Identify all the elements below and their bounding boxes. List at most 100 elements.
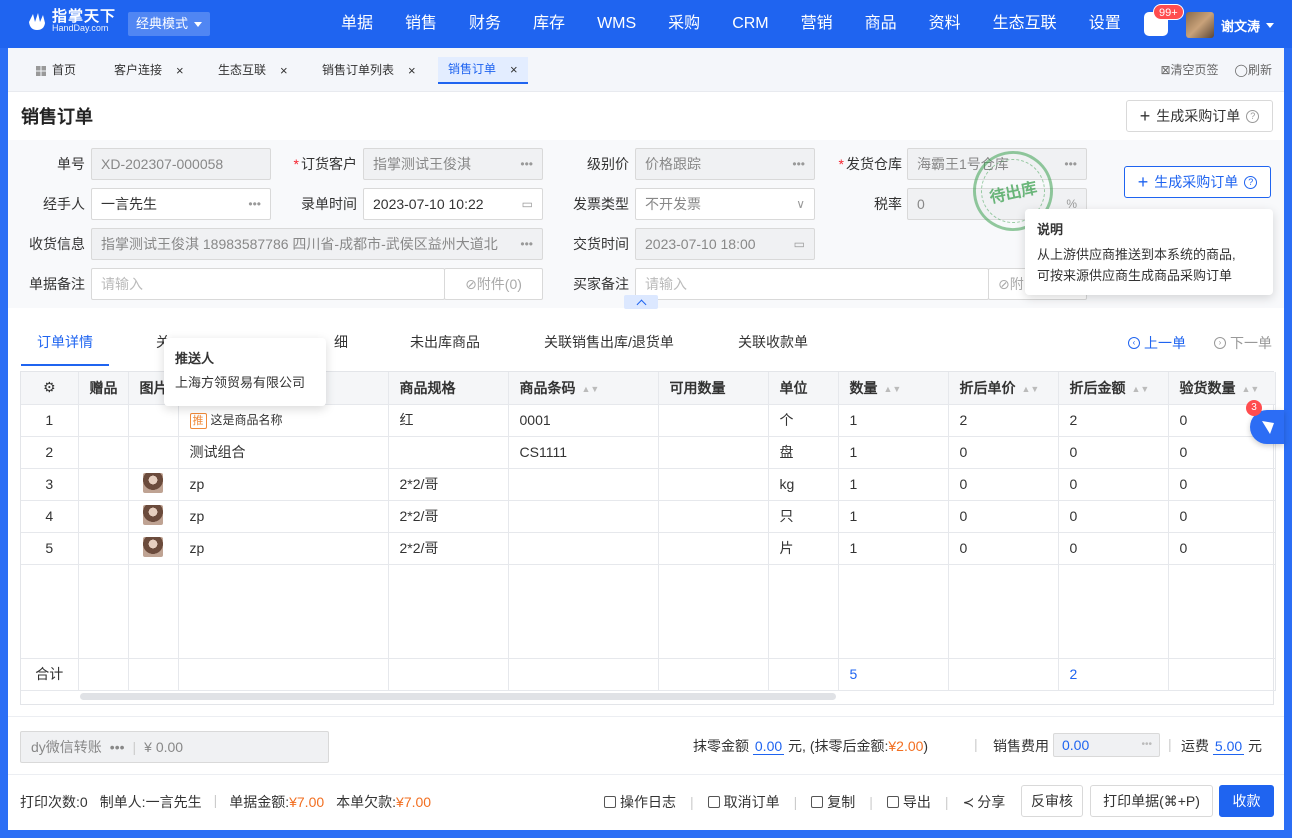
close-icon[interactable]: × bbox=[408, 57, 416, 84]
tab-related-receipt[interactable]: 关联收款单 bbox=[738, 326, 808, 366]
tab-home[interactable]: 首页 bbox=[26, 57, 86, 84]
tab-unshipped[interactable]: 未出库商品 bbox=[410, 326, 480, 366]
sort-icon[interactable]: ▲▼ bbox=[1242, 384, 1260, 394]
cancel-order-button[interactable]: 取消订单 bbox=[707, 792, 780, 812]
tab-ecosystem[interactable]: 生态互联 × bbox=[208, 57, 298, 84]
remark-input[interactable]: 请输入 bbox=[91, 268, 445, 300]
settings-icon[interactable]: ⚙ bbox=[21, 372, 79, 405]
handler-field[interactable]: 一言先生 ••• bbox=[91, 188, 271, 220]
operation-log-button[interactable]: 操作日志 bbox=[604, 792, 676, 812]
product-thumbnail[interactable] bbox=[143, 472, 163, 493]
nav-item[interactable]: CRM bbox=[716, 0, 784, 48]
sort-icon[interactable]: ▲▼ bbox=[1132, 384, 1150, 394]
attachment-button[interactable]: ⊘附件(0) bbox=[444, 268, 543, 300]
address-field[interactable]: 指掌测试王俊淇 18983587786 四川省-成都市-武侯区益州大道北 ••• bbox=[91, 228, 543, 260]
nav-item[interactable]: WMS bbox=[581, 0, 652, 48]
tab-customer-connect[interactable]: 客户连接 × bbox=[104, 57, 194, 84]
more-icon[interactable]: ••• bbox=[248, 189, 261, 219]
more-icon[interactable]: ••• bbox=[1064, 149, 1077, 179]
attachment-label: 附件(0) bbox=[476, 276, 522, 292]
rounding-input[interactable]: 0.00 bbox=[752, 738, 785, 755]
amount-cell: 0 bbox=[1058, 532, 1169, 565]
payment-account-field[interactable]: dy微信转账 ••• | ¥ 0.00 bbox=[20, 731, 329, 763]
close-icon[interactable]: × bbox=[176, 57, 184, 84]
more-icon[interactable]: ••• bbox=[520, 229, 533, 259]
app-logo[interactable]: 指掌天下 HandDay.com bbox=[26, 9, 116, 33]
tab-detail[interactable]: 细 bbox=[334, 326, 348, 366]
table-row[interactable]: 4 zp 2*2/哥 只1000 bbox=[21, 500, 1276, 533]
avatar[interactable] bbox=[1186, 12, 1214, 38]
sales-fee-field[interactable]: 0.00 ••• bbox=[1053, 733, 1160, 757]
mode-switch[interactable]: 经典模式 bbox=[128, 12, 211, 36]
sort-icon[interactable]: ▲▼ bbox=[1022, 384, 1040, 394]
close-icon[interactable]: × bbox=[280, 57, 288, 84]
nav-item[interactable]: 设置 bbox=[1073, 0, 1137, 48]
more-icon[interactable]: ••• bbox=[110, 732, 125, 762]
col-qty[interactable]: 数量 ▲▼ bbox=[838, 372, 949, 405]
horizontal-scrollbar[interactable] bbox=[80, 693, 836, 700]
sort-icon[interactable]: ▲▼ bbox=[582, 384, 600, 394]
calendar-icon[interactable]: ▭ bbox=[522, 189, 533, 219]
entry-time-field[interactable]: 2023-07-10 10:22 ▭ bbox=[363, 188, 543, 220]
collapse-form-button[interactable] bbox=[624, 295, 658, 309]
product-thumbnail[interactable] bbox=[143, 536, 163, 557]
customer-label: * 订货客户 bbox=[293, 156, 357, 172]
tab-related-outbound[interactable]: 关联销售出库/退货单 bbox=[544, 326, 674, 366]
generate-purchase-button[interactable]: + 生成采购订单? bbox=[1126, 100, 1273, 132]
price-level-value: 价格跟踪 bbox=[645, 156, 701, 172]
paperclip-icon: ⊘ bbox=[998, 276, 1010, 292]
copy-button[interactable]: 复制 bbox=[811, 792, 855, 812]
table-row[interactable]: 5 zp 2*2/哥 片1000 bbox=[21, 532, 1276, 565]
print-button[interactable]: 打印单据(⌘+P) bbox=[1090, 785, 1213, 817]
unaudit-button[interactable]: 反审核 bbox=[1021, 785, 1083, 817]
freight-input[interactable]: 5.00 bbox=[1212, 738, 1245, 755]
nav-item[interactable]: 财务 bbox=[453, 0, 517, 48]
push-badge[interactable]: 推 bbox=[189, 413, 207, 429]
col-price[interactable]: 折后单价 ▲▼ bbox=[948, 372, 1059, 405]
close-icon[interactable]: × bbox=[510, 56, 518, 83]
price-level-field[interactable]: 价格跟踪 ••• bbox=[635, 148, 815, 180]
buyer-remark-input[interactable]: 请输入 bbox=[635, 268, 989, 300]
nav-item[interactable]: 单据 bbox=[325, 0, 389, 48]
tab-order-detail[interactable]: 订单详情 bbox=[21, 326, 109, 366]
tab-sales-order-list[interactable]: 销售订单列表 × bbox=[312, 57, 426, 84]
clear-tabs-button[interactable]: ⊠清空页签 bbox=[1160, 61, 1218, 78]
nav-item[interactable]: 生态互联 bbox=[977, 0, 1073, 48]
nav-item[interactable]: 库存 bbox=[517, 0, 581, 48]
more-icon[interactable]: ••• bbox=[520, 149, 533, 179]
next-order-button[interactable]: › 下一单 bbox=[1214, 333, 1272, 353]
table-row[interactable]: 3 zp 2*2/哥 kg 1 0 0 0 bbox=[21, 468, 1276, 501]
col-amount[interactable]: 折后金额 ▲▼ bbox=[1058, 372, 1169, 405]
image-cell bbox=[128, 532, 179, 565]
table-row[interactable]: 2 测试组合 CS1111 盘1000 bbox=[21, 436, 1276, 469]
delivery-field[interactable]: 2023-07-10 18:00 ▭ bbox=[635, 228, 815, 260]
product-thumbnail[interactable] bbox=[143, 504, 163, 525]
chevron-down-icon: ∨ bbox=[796, 197, 805, 211]
share-button[interactable]: ≺ 分享 bbox=[963, 792, 1006, 812]
customer-field[interactable]: 指掌测试王俊淇 ••• bbox=[363, 148, 543, 180]
generate-purchase-button-2[interactable]: + 生成采购订单? bbox=[1124, 166, 1271, 198]
sort-icon[interactable]: ▲▼ bbox=[884, 384, 902, 394]
nav-item[interactable]: 采购 bbox=[652, 0, 716, 48]
invoice-select[interactable]: 不开发票 ∨ bbox=[635, 188, 815, 220]
separator: | bbox=[869, 794, 873, 810]
calendar-icon[interactable]: ▭ bbox=[794, 229, 805, 259]
nav-item[interactable]: 销售 bbox=[389, 0, 453, 48]
name-cell: zp bbox=[178, 468, 389, 501]
more-icon[interactable]: ••• bbox=[792, 149, 805, 179]
spec-cell: 2*2/哥 bbox=[388, 468, 509, 501]
prev-order-button[interactable]: ‹ 上一单 bbox=[1128, 333, 1186, 353]
refresh-button[interactable]: ◯刷新 bbox=[1235, 61, 1272, 78]
user-menu[interactable]: 谢文涛 bbox=[1221, 16, 1275, 35]
tab-sales-order[interactable]: 销售订单 × bbox=[438, 57, 528, 84]
col-check[interactable]: 验货数量 ▲▼ bbox=[1168, 372, 1276, 405]
table-row[interactable]: 1 推这是商品名称 红 0001 个1220 bbox=[21, 404, 1276, 437]
nav-item[interactable]: 资料 bbox=[913, 0, 977, 48]
col-barcode[interactable]: 商品条码 ▲▼ bbox=[508, 372, 659, 405]
more-icon[interactable]: ••• bbox=[1141, 734, 1152, 756]
collect-payment-button[interactable]: 收款 bbox=[1219, 785, 1274, 817]
nav-item[interactable]: 商品 bbox=[849, 0, 913, 48]
export-button[interactable]: 导出 bbox=[886, 792, 931, 812]
qty-cell: 1 bbox=[838, 468, 949, 501]
nav-item[interactable]: 营销 bbox=[785, 0, 849, 48]
